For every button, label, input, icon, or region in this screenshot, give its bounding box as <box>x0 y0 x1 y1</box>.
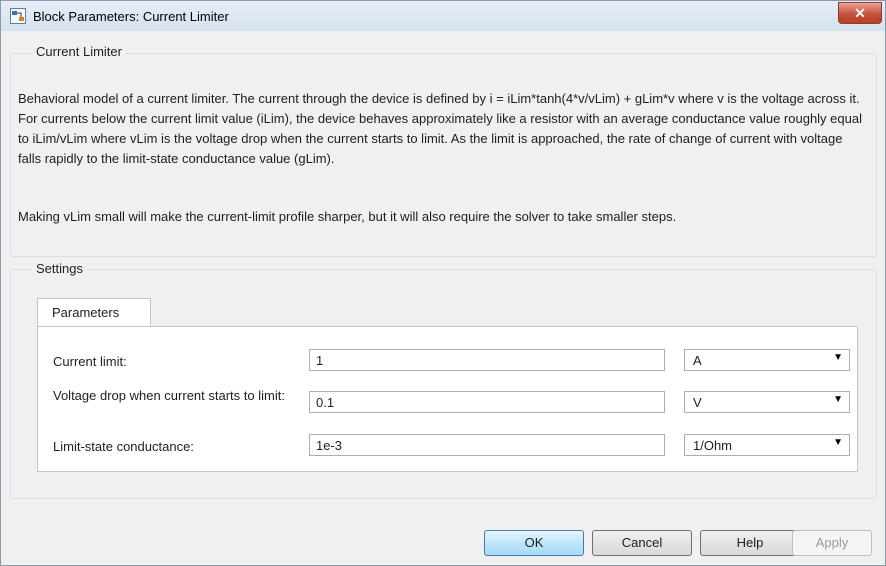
close-icon: ✕ <box>854 5 866 21</box>
tab-parameters-label: Parameters <box>52 305 120 320</box>
block-description: Behavioral model of a current limiter. T… <box>18 91 862 166</box>
window-title: Block Parameters: Current Limiter <box>33 9 229 24</box>
chevron-down-icon: ▼ <box>833 437 843 448</box>
simulink-app-icon <box>10 8 26 24</box>
dialog-window: Block Parameters: Current Limiter ✕ Curr… <box>0 0 886 566</box>
close-button[interactable]: ✕ <box>838 2 882 24</box>
param-label-current-limit: Current limit: <box>53 354 127 369</box>
current-limit-unit-select[interactable]: A ▼ <box>684 349 850 371</box>
chevron-down-icon: ▼ <box>833 394 843 405</box>
conductance-unit-select[interactable]: 1/Ohm ▼ <box>684 434 850 456</box>
conductance-field[interactable]: 1e-3 <box>309 434 665 456</box>
param-label-voltage-drop: Voltage drop when current starts to limi… <box>53 388 285 403</box>
chevron-down-icon: ▼ <box>833 352 843 363</box>
tab-parameters[interactable]: Parameters <box>37 298 151 327</box>
current-limit-field[interactable]: 1 <box>309 349 665 371</box>
parameters-panel: Current limit: 1 A ▼ Voltage drop when c… <box>37 326 858 472</box>
title-bar[interactable]: Block Parameters: Current Limiter ✕ <box>1 1 885 31</box>
help-button[interactable]: Help <box>700 530 800 556</box>
apply-button[interactable]: Apply <box>792 530 872 556</box>
block-group-title: Current Limiter <box>32 44 126 59</box>
block-description-note: Making vLim small will make the current-… <box>18 209 677 224</box>
param-label-conductance: Limit-state conductance: <box>53 439 194 454</box>
settings-group-title: Settings <box>32 261 87 276</box>
voltage-drop-unit-select[interactable]: V ▼ <box>684 391 850 413</box>
voltage-drop-field[interactable]: 0.1 <box>309 391 665 413</box>
dialog-body: Current Limiter Behavioral model of a cu… <box>8 31 878 558</box>
cancel-button[interactable]: Cancel <box>592 530 692 556</box>
ok-button[interactable]: OK <box>484 530 584 556</box>
